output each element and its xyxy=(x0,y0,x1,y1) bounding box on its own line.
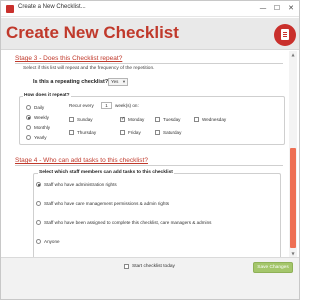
minimize-icon[interactable]: — xyxy=(256,3,270,14)
checkbox-sunday[interactable] xyxy=(69,117,74,122)
repeat-settings-box xyxy=(19,96,285,145)
recur-interval-input[interactable]: 1 xyxy=(101,102,112,109)
form-content: Stage 3 - Does this Checklist repeat? Se… xyxy=(1,51,299,257)
repeating-label: Is this a repeating checklist?: xyxy=(33,79,111,85)
vertical-scrollbar[interactable]: ▲ ▼ xyxy=(289,51,297,257)
radio-yearly[interactable] xyxy=(26,135,31,140)
radio-yearly-label: Yearly xyxy=(34,135,47,140)
chevron-down-icon: ▼ xyxy=(122,79,126,84)
radio-assigned-staff-label: Staff who have been assigned to complete… xyxy=(44,220,212,225)
start-today-label: Start checklist today xyxy=(132,264,175,269)
recur-prefix-label: Recur every xyxy=(69,103,94,108)
radio-anyone[interactable] xyxy=(36,239,41,244)
checkbox-friday[interactable] xyxy=(120,130,125,135)
radio-care-management-staff-label: Staff who have care management permissio… xyxy=(44,201,170,206)
repeating-select-value: Yes xyxy=(111,79,119,84)
create-checklist-window: Create a New Checklist... — ☐ ✕ Create N… xyxy=(0,0,300,300)
scroll-down-icon[interactable]: ▼ xyxy=(289,250,297,257)
footer-bar: Start checklist today Save Changes xyxy=(1,257,299,299)
checkbox-thursday-label: Thursday xyxy=(77,130,97,135)
stage4-divider xyxy=(15,165,283,166)
checkbox-tuesday-label: Tuesday xyxy=(163,117,181,122)
window-title: Create a New Checklist... xyxy=(18,4,86,10)
recur-suffix-label: week(s) on: xyxy=(115,103,139,108)
checkbox-saturday-label: Saturday xyxy=(163,130,182,135)
radio-weekly[interactable] xyxy=(26,115,31,120)
radio-admin-staff-label: Staff who have administration rights xyxy=(44,182,117,187)
page-title: Create New Checklist xyxy=(6,23,179,42)
checkbox-saturday[interactable] xyxy=(155,130,160,135)
checkbox-tuesday[interactable] xyxy=(155,117,160,122)
repeat-box-legend: How does it repeat? xyxy=(23,93,71,98)
radio-anyone-label: Anyone xyxy=(44,239,60,244)
checkbox-friday-label: Friday xyxy=(128,130,141,135)
radio-weekly-label: Weekly xyxy=(34,115,49,120)
radio-assigned-staff[interactable] xyxy=(36,220,41,225)
maximize-icon[interactable]: ☐ xyxy=(270,3,284,14)
staff-permissions-legend: Select which staff members can add tasks… xyxy=(38,170,174,175)
checkbox-wednesday-label: Wednesday xyxy=(202,117,227,122)
checkbox-thursday[interactable] xyxy=(69,130,74,135)
repeating-select[interactable]: Yes ▼ xyxy=(108,78,128,86)
close-icon[interactable]: ✕ xyxy=(284,3,298,14)
save-changes-button[interactable]: Save Changes xyxy=(253,262,293,273)
radio-care-management-staff[interactable] xyxy=(36,201,41,206)
page-header: Create New Checklist xyxy=(1,18,299,50)
stage3-heading: Stage 3 - Does this Checklist repeat? xyxy=(15,55,123,62)
start-today-checkbox[interactable] xyxy=(124,264,129,269)
stage3-divider xyxy=(15,63,283,64)
stage3-description: Select if this list will repeat and the … xyxy=(23,66,155,71)
checkbox-sunday-label: Sunday xyxy=(77,117,93,122)
checkbox-monday[interactable] xyxy=(120,116,125,122)
radio-daily[interactable] xyxy=(26,105,31,110)
stage4-heading: Stage 4 - Who can add tasks to this chec… xyxy=(15,157,148,164)
title-bar: Create a New Checklist... — ☐ ✕ xyxy=(1,1,299,17)
scroll-up-icon[interactable]: ▲ xyxy=(289,51,297,58)
checkbox-wednesday[interactable] xyxy=(194,117,199,122)
radio-admin-staff[interactable] xyxy=(36,182,41,187)
radio-daily-label: Daily xyxy=(34,105,45,110)
checklist-document-icon xyxy=(274,24,296,46)
app-icon xyxy=(6,5,14,13)
radio-monthly[interactable] xyxy=(26,125,31,130)
scrollbar-thumb[interactable] xyxy=(290,148,296,248)
radio-monthly-label: Monthly xyxy=(34,125,51,130)
checkbox-monday-label: Monday xyxy=(128,117,145,122)
